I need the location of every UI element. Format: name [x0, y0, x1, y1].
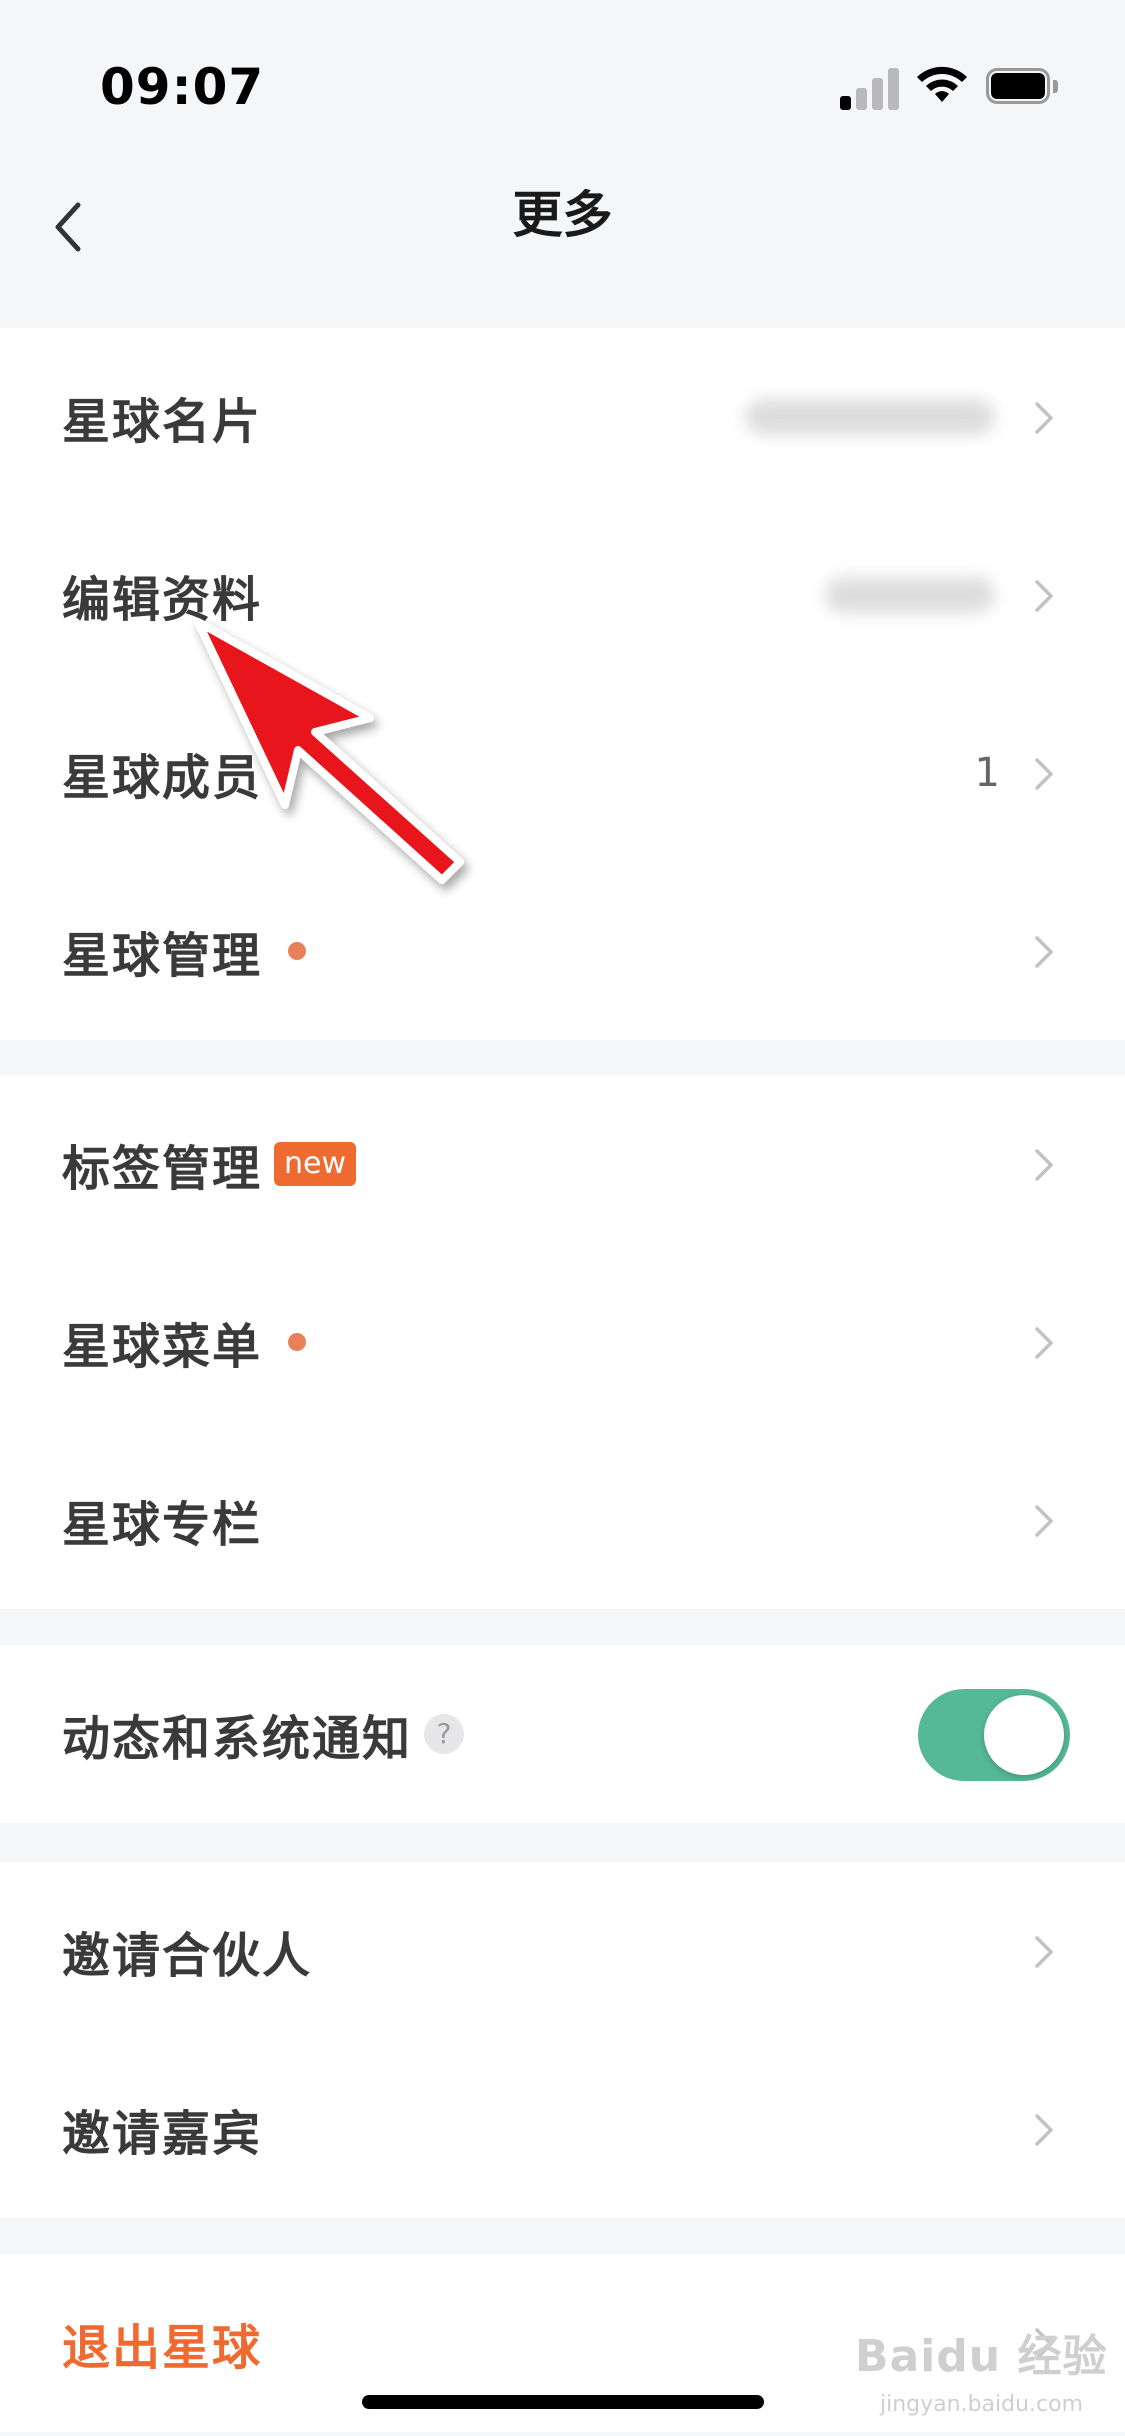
- unread-dot: [288, 1333, 306, 1351]
- baidu-watermark-url: jingyan.baidu.com: [880, 2392, 1084, 2417]
- row-planet-menu[interactable]: 星球菜单: [0, 1253, 1125, 1431]
- new-badge: new: [274, 1142, 357, 1186]
- notifications-toggle[interactable]: [918, 1689, 1070, 1781]
- row-notifications: 动态和系统通知 ?: [0, 1645, 1125, 1823]
- chevron-right-icon: [1035, 402, 1053, 434]
- row-label: 星球名片: [62, 394, 263, 450]
- row-label: 邀请合伙人: [62, 1928, 313, 1984]
- row-invite-partner[interactable]: 邀请合伙人: [0, 1862, 1125, 2040]
- page-title: 更多: [512, 186, 613, 244]
- cellular-signal-icon: [840, 66, 900, 110]
- status-time: 09:07: [100, 58, 265, 116]
- row-members[interactable]: 星球成员 1: [0, 684, 1125, 862]
- row-label: 星球管理: [62, 928, 263, 984]
- exit-planet-label: 退出星球: [62, 2320, 263, 2376]
- settings-group-1: 星球名片 编辑资料 星球成员 1 星球管理: [0, 328, 1125, 1040]
- chevron-right-icon: [1035, 1936, 1053, 1968]
- chevron-right-icon: [1035, 758, 1053, 790]
- row-label: 邀请嘉宾: [62, 2106, 263, 2162]
- member-count: 1: [974, 750, 1000, 796]
- unread-dot: [288, 942, 306, 960]
- nav-bar: 更多: [0, 175, 1125, 325]
- row-label: 标签管理: [62, 1141, 263, 1197]
- blurred-value: [825, 577, 995, 613]
- wifi-icon: [917, 66, 967, 102]
- chevron-right-icon: [1035, 2114, 1053, 2146]
- toggle-knob: [984, 1695, 1064, 1775]
- row-planet-manage[interactable]: 星球管理: [0, 862, 1125, 1040]
- settings-group-4: 邀请合伙人 邀请嘉宾: [0, 1862, 1125, 2218]
- status-bar: 09:07: [0, 0, 1125, 175]
- chevron-right-icon: [1035, 1505, 1053, 1537]
- row-planet-column[interactable]: 星球专栏: [0, 1431, 1125, 1609]
- baidu-watermark: Baidu 经验: [855, 2331, 1108, 2382]
- row-label: 星球菜单: [62, 1319, 263, 1375]
- home-indicator: [362, 2395, 764, 2409]
- row-label: 动态和系统通知: [62, 1711, 413, 1767]
- blurred-value: [745, 399, 995, 435]
- help-icon[interactable]: ?: [424, 1714, 464, 1754]
- chevron-right-icon: [1035, 936, 1053, 968]
- row-label: 星球专栏: [62, 1497, 263, 1553]
- chevron-right-icon: [1035, 580, 1053, 612]
- chevron-right-icon: [1035, 1149, 1053, 1181]
- row-tag-manage[interactable]: 标签管理 new: [0, 1075, 1125, 1253]
- settings-group-3: 动态和系统通知 ?: [0, 1645, 1125, 1823]
- row-planet-card[interactable]: 星球名片: [0, 328, 1125, 506]
- settings-group-2: 标签管理 new 星球菜单 星球专栏: [0, 1075, 1125, 1609]
- row-invite-guest[interactable]: 邀请嘉宾: [0, 2040, 1125, 2218]
- chevron-right-icon: [1035, 1327, 1053, 1359]
- battery-icon: [986, 68, 1060, 108]
- annotation-arrow-icon: [194, 618, 464, 884]
- row-edit-profile[interactable]: 编辑资料: [0, 506, 1125, 684]
